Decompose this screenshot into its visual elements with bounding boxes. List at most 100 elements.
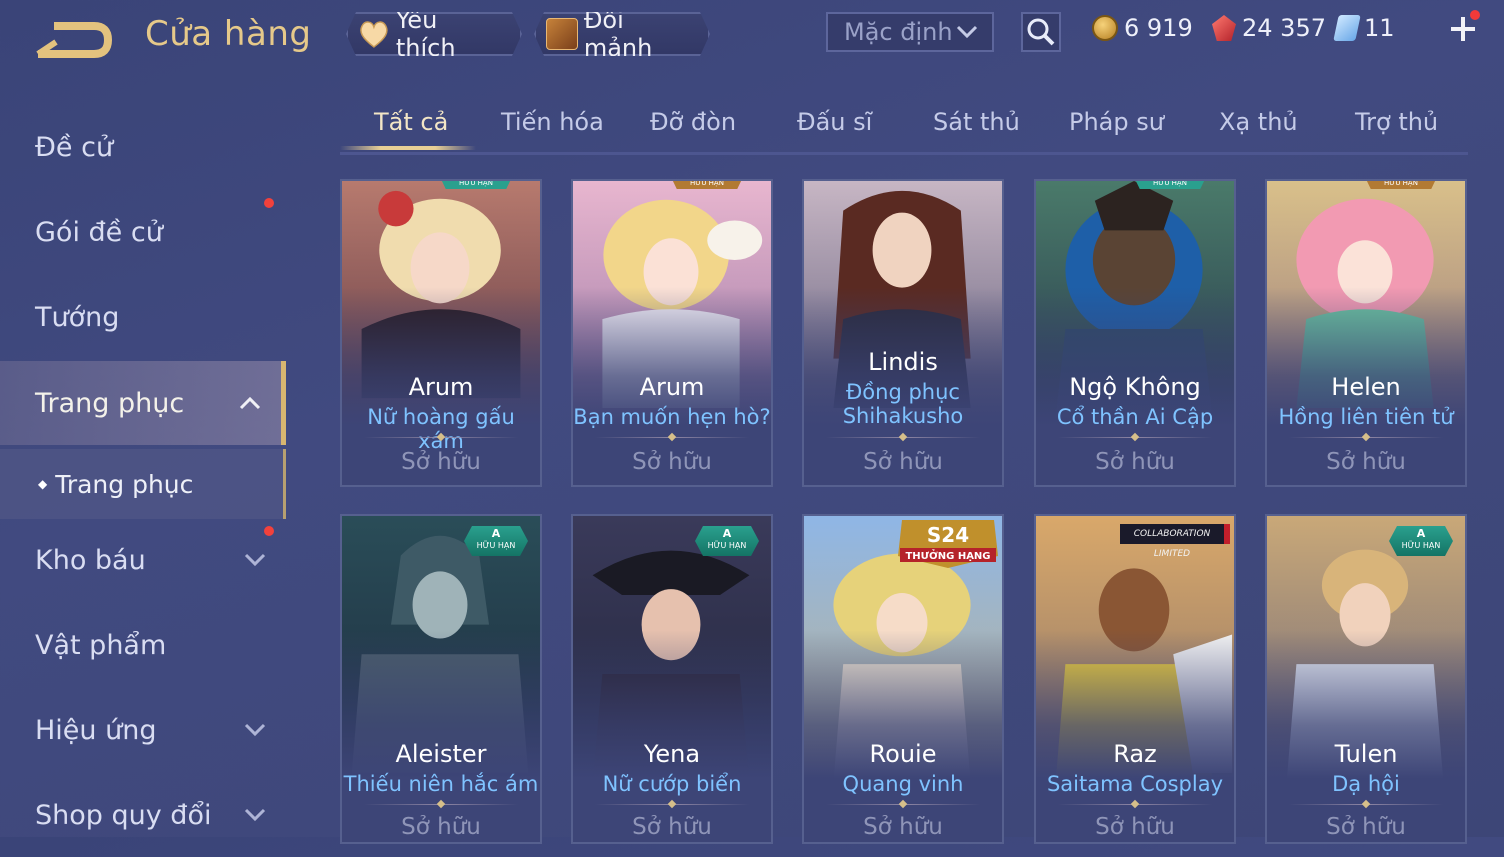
hero-name: Arum bbox=[408, 373, 474, 401]
sidebar-item-label: Trang phục bbox=[35, 387, 185, 419]
skin-card[interactable]: A HỮU HẠN Aleister Thiếu niên hắc ám Sở … bbox=[340, 514, 542, 844]
sidebar-item-recommended-bundles[interactable]: Gói đề cử bbox=[0, 190, 286, 274]
back-button[interactable] bbox=[34, 20, 114, 60]
skin-name: Bạn muốn hẹn hò? bbox=[573, 405, 771, 429]
limited-badge: HỮU HẠN bbox=[671, 181, 743, 189]
voucher-icon bbox=[1333, 15, 1361, 41]
limited-badge: HỮU HẠN bbox=[1134, 181, 1206, 189]
tab-tank[interactable]: Đỡ đòn bbox=[650, 108, 736, 136]
search-button[interactable] bbox=[1021, 12, 1061, 52]
sort-dropdown[interactable]: Mặc định bbox=[826, 12, 994, 52]
exchange-shards-button[interactable]: Đổi mảnh bbox=[534, 12, 710, 56]
skin-name: Thiếu niên hắc ám bbox=[343, 772, 539, 796]
tab-fighter[interactable]: Đấu sĩ bbox=[797, 108, 872, 136]
favorites-button[interactable]: Yêu thích bbox=[346, 12, 522, 56]
diamond-bullet-icon: ◆ bbox=[38, 477, 48, 491]
owned-status: Sở hữu bbox=[863, 814, 943, 840]
sidebar-item-label: Kho báu bbox=[35, 544, 146, 576]
owned-status: Sở hữu bbox=[1326, 814, 1406, 840]
gold-balance: 6 919 bbox=[1092, 14, 1193, 42]
skin-card[interactable]: HỮU HẠN Arum Bạn muốn hẹn hò? Sở hữu bbox=[571, 179, 773, 487]
card-shade bbox=[1267, 630, 1465, 842]
ruby-amount: 24 357 bbox=[1242, 14, 1326, 42]
sidebar-subitem-skins[interactable]: ◆ Trang phục bbox=[0, 449, 286, 519]
sidebar-item-recommended[interactable]: Đề cử bbox=[0, 105, 286, 189]
hero-name: Arum bbox=[639, 373, 705, 401]
sidebar-item-skins[interactable]: Trang phục bbox=[0, 361, 286, 445]
skin-card[interactable]: HỮU HẠN Helen Hồng liên tiên tử Sở hữu bbox=[1265, 179, 1467, 487]
skin-card[interactable]: HỮU HẠN Arum Nữ hoàng gấu xám Sở hữu bbox=[340, 179, 542, 487]
limited-label: HỮU HẠN bbox=[476, 541, 516, 550]
hero-name: Lindis bbox=[868, 348, 938, 376]
skin-card[interactable]: A HỮU HẠN Yena Nữ cướp biển Sở hữu bbox=[571, 514, 773, 844]
search-icon bbox=[1027, 18, 1055, 46]
tab-support[interactable]: Trợ thủ bbox=[1355, 108, 1438, 136]
skin-card[interactable]: HỮU HẠN Ngộ Không Cổ thần Ai Cập Sở hữu bbox=[1034, 179, 1236, 487]
sidebar-item-treasure[interactable]: Kho báu bbox=[0, 518, 286, 602]
gold-amount: 6 919 bbox=[1124, 14, 1193, 42]
s24-rank-reward-badge: S24 THƯỞNG HẠNG bbox=[898, 520, 998, 568]
sidebar-item-label: Shop quy đổi bbox=[35, 799, 212, 831]
exchange-label: Đổi mảnh bbox=[583, 6, 653, 62]
ruby-balance: 24 357 bbox=[1212, 14, 1326, 42]
voucher-balance: 11 bbox=[1333, 14, 1395, 42]
skin-card[interactable]: COLLABORATION LIMITED Raz Saitama Cospla… bbox=[1034, 514, 1236, 844]
sidebar-subitem-label: Trang phục bbox=[55, 469, 194, 499]
sidebar-item-label: Hiệu ứng bbox=[35, 714, 157, 746]
heart-icon bbox=[358, 19, 390, 49]
hero-name: Tulen bbox=[1334, 740, 1398, 768]
sidebar-item-exchange-shop[interactable]: Shop quy đổi bbox=[0, 773, 286, 857]
sidebar-item-label: Gói đề cử bbox=[35, 216, 163, 248]
tab-mage[interactable]: Pháp sư bbox=[1069, 108, 1164, 136]
tab-evolution[interactable]: Tiến hóa bbox=[501, 108, 604, 136]
treasure-chest-icon bbox=[546, 18, 578, 50]
grade-label: A bbox=[491, 527, 501, 540]
sidebar-item-items[interactable]: Vật phẩm bbox=[0, 603, 286, 687]
owned-status: Sở hữu bbox=[1095, 449, 1175, 475]
card-shade bbox=[1036, 630, 1234, 842]
chevron-up-icon bbox=[239, 396, 261, 410]
category-tabs: Tất cả Tiến hóa Đỡ đòn Đấu sĩ Sát thủ Ph… bbox=[340, 100, 1468, 155]
notification-dot bbox=[264, 526, 274, 536]
skin-name-line2: Shihakusho bbox=[842, 404, 964, 428]
skin-name-line1: Đồng phục bbox=[846, 380, 960, 404]
owned-status: Sở hữu bbox=[1095, 814, 1175, 840]
tab-all[interactable]: Tất cả bbox=[374, 108, 448, 136]
sidebar-item-effects[interactable]: Hiệu ứng bbox=[0, 688, 286, 772]
card-shade bbox=[804, 630, 1002, 842]
owned-status: Sở hữu bbox=[1326, 449, 1406, 475]
card-shade bbox=[573, 630, 771, 842]
tab-assassin[interactable]: Sát thủ bbox=[933, 108, 1020, 136]
chevron-down-icon bbox=[956, 25, 978, 39]
hero-name: Rouie bbox=[869, 740, 937, 768]
skin-card[interactable]: A HỮU HẠN Tulen Dạ hội Sở hữu bbox=[1265, 514, 1467, 844]
skin-card[interactable]: Lindis Đồng phục Shihakusho Sở hữu bbox=[802, 179, 1004, 487]
skin-name: Quang vinh bbox=[842, 772, 964, 796]
owned-status: Sở hữu bbox=[401, 814, 481, 840]
limited-label: HỮU HẠN bbox=[707, 541, 747, 550]
chevron-down-icon bbox=[244, 553, 266, 567]
rank-reward-label: THƯỞNG HẠNG bbox=[905, 548, 990, 562]
hero-name: Helen bbox=[1331, 373, 1401, 401]
limited-badge: HỮU HẠN bbox=[1365, 181, 1437, 189]
hero-name: Raz bbox=[1113, 740, 1157, 768]
sidebar-item-heroes[interactable]: Tướng bbox=[0, 275, 286, 359]
skin-card[interactable]: S24 THƯỞNG HẠNG Rouie Quang vinh Sở hữu bbox=[802, 514, 1004, 844]
limited-label: HỮU HẠN bbox=[1401, 541, 1441, 550]
owned-status: Sở hữu bbox=[401, 449, 481, 475]
voucher-amount: 11 bbox=[1364, 14, 1395, 42]
grade-a-limited-badge: A HỮU HẠN bbox=[695, 526, 759, 556]
owned-status: Sở hữu bbox=[632, 449, 712, 475]
active-tab-indicator bbox=[340, 146, 476, 150]
notification-dot bbox=[264, 198, 274, 208]
owned-status: Sở hữu bbox=[632, 814, 712, 840]
grade-a-limited-badge: A HỮU HẠN bbox=[464, 526, 528, 556]
owned-status: Sở hữu bbox=[863, 449, 943, 475]
favorites-label: Yêu thích bbox=[395, 6, 456, 62]
grade-a-limited-badge: A HỮU HẠN bbox=[1389, 526, 1453, 556]
grade-label: A bbox=[1416, 527, 1426, 540]
hero-name: Yena bbox=[643, 740, 701, 768]
sidebar-item-label: Đề cử bbox=[35, 131, 114, 163]
tab-marksman[interactable]: Xạ thủ bbox=[1219, 108, 1298, 136]
sidebar: Đề cử Gói đề cử Tướng Trang phục ◆ Trang… bbox=[0, 100, 290, 837]
